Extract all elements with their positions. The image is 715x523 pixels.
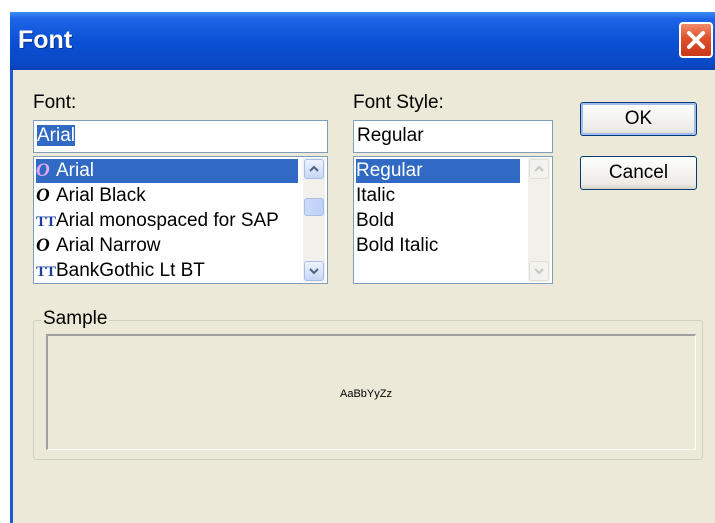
list-item[interactable]: Italic: [356, 184, 520, 208]
list-item[interactable]: O Arial Narrow: [36, 234, 298, 258]
font-label: Font:: [33, 92, 77, 113]
list-item[interactable]: Bold: [356, 209, 520, 233]
font-style-list[interactable]: Regular Italic Bold Bold Italic: [353, 156, 553, 284]
chevron-down-icon: [309, 268, 319, 275]
list-item[interactable]: TTArial monospaced for SAP: [36, 209, 298, 233]
list-item[interactable]: Regular: [356, 159, 520, 183]
scroll-down-button[interactable]: [529, 261, 549, 281]
chevron-up-icon: [534, 165, 544, 172]
chevron-down-icon: [534, 268, 544, 275]
dialog-title: Font: [18, 26, 73, 54]
cancel-button[interactable]: Cancel: [580, 156, 697, 190]
font-list[interactable]: O Arial O Arial Black TTArial monospaced f…: [33, 156, 328, 284]
font-name-input[interactable]: Arial: [33, 120, 328, 153]
chevron-up-icon: [309, 165, 319, 172]
scroll-down-button[interactable]: [304, 261, 324, 281]
truetype-icon: TT: [36, 214, 57, 230]
scroll-thumb[interactable]: [304, 198, 324, 216]
font-style-value: Regular: [357, 125, 424, 146]
opentype-icon: O: [36, 160, 50, 181]
opentype-icon: O: [36, 185, 50, 206]
font-dialog: Font Font: Arial O Arial O Arial Black TTA…: [10, 12, 715, 523]
list-item[interactable]: O Arial Black: [36, 184, 298, 208]
sample-text: AaBbYyZz: [340, 388, 392, 400]
dialog-body: Font: Arial O Arial O Arial Black TTArial …: [13, 70, 715, 523]
close-button[interactable]: [679, 22, 713, 58]
scroll-up-button[interactable]: [304, 159, 324, 179]
list-item[interactable]: TTBankGothic Lt BT: [36, 259, 298, 283]
ok-button[interactable]: OK: [580, 102, 697, 136]
font-style-label: Font Style:: [353, 92, 444, 113]
list-item[interactable]: O Arial: [36, 159, 298, 183]
font-style-input[interactable]: Regular: [353, 120, 553, 153]
font-list-scrollbar[interactable]: [303, 158, 325, 282]
font-style-scrollbar[interactable]: [528, 158, 550, 282]
opentype-icon: O: [36, 235, 50, 256]
sample-label: Sample: [41, 308, 110, 330]
close-icon: [687, 31, 705, 49]
title-bar[interactable]: Font: [10, 12, 715, 70]
truetype-icon: TT: [36, 264, 57, 280]
scroll-up-button[interactable]: [529, 159, 549, 179]
sample-preview: AaBbYyZz: [46, 334, 696, 450]
list-item[interactable]: Bold Italic: [356, 234, 520, 258]
font-name-value: Arial: [37, 125, 76, 146]
